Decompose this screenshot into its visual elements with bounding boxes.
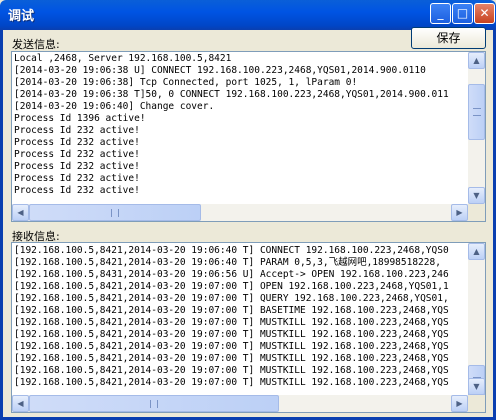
send-log-line: Process Id 232 active!: [14, 149, 140, 160]
receive-horizontal-scrollbar[interactable]: ◀ ▶: [12, 395, 468, 412]
recv-log-line: [192.168.100.5,8421,2014-03-20 19:07:00 …: [14, 293, 449, 304]
grip-icon: [150, 399, 158, 408]
send-info-label: 发送信息:: [12, 38, 60, 51]
send-log-line: Process Id 232 active!: [14, 173, 140, 184]
recv-log-line: [192.168.100.5,8421,2014-03-20 19:07:00 …: [14, 365, 449, 376]
recv-log-line: [192.168.100.5,8421,2014-03-20 19:07:00 …: [14, 317, 449, 328]
send-log-line: Process Id 232 active!: [14, 137, 140, 148]
chevron-right-icon[interactable]: ▶: [451, 395, 468, 412]
recv-log-line: [192.168.100.5,8421,2014-03-20 19:07:00 …: [14, 377, 449, 388]
recv-log-line: [192.168.100.5,8421,2014-03-20 19:07:00 …: [14, 329, 449, 340]
chevron-left-icon[interactable]: ◀: [12, 204, 29, 221]
chevron-up-icon[interactable]: ▲: [468, 243, 485, 260]
chevron-down-icon[interactable]: ▼: [468, 378, 485, 395]
save-button[interactable]: 保存: [411, 27, 486, 49]
chevron-left-icon[interactable]: ◀: [12, 395, 29, 412]
send-log-line: Process Id 232 active!: [14, 161, 140, 172]
chevron-down-icon[interactable]: ▼: [468, 187, 485, 204]
recv-log-line: [192.168.100.5,8421,2014-03-20 19:07:00 …: [14, 341, 449, 352]
send-log-line: Process Id 232 active!: [14, 125, 140, 136]
send-textbox[interactable]: Local ,2468, Server 192.168.100.5,8421 [2…: [11, 51, 486, 222]
receive-hscroll-thumb[interactable]: [29, 395, 279, 412]
send-log-line: Process Id 232 active!: [14, 185, 140, 196]
grip-icon: [111, 208, 119, 217]
title-bar[interactable]: 调试 _ □ ✕: [0, 0, 496, 30]
maximize-button[interactable]: □: [452, 3, 473, 24]
scroll-corner: [468, 204, 485, 221]
grip-icon: [472, 108, 481, 116]
send-log-line: [2014-03-20 19:06:38 T]50, 0 CONNECT 192…: [14, 89, 449, 100]
window-title: 调试: [8, 9, 35, 24]
receive-textbox[interactable]: [192.168.100.5,8421,2014-03-20 19:06:40 …: [11, 242, 486, 413]
receive-vertical-scrollbar[interactable]: ▲ ▼: [468, 243, 485, 397]
recv-log-line: [192.168.100.5,8421,2014-03-20 19:07:00 …: [14, 305, 449, 316]
send-log-line: Local ,2468, Server 192.168.100.5,8421: [14, 53, 232, 64]
send-vscroll-thumb[interactable]: [468, 84, 485, 140]
recv-log-line: [192.168.100.5,8421,2014-03-20 19:07:00 …: [14, 281, 449, 292]
close-button[interactable]: ✕: [474, 3, 495, 24]
minimize-button[interactable]: _: [430, 3, 451, 24]
chevron-right-icon[interactable]: ▶: [451, 204, 468, 221]
recv-log-line: [192.168.100.5,8431,2014-03-20 19:06:56 …: [14, 269, 449, 280]
recv-log-line: [192.168.100.5,8421,2014-03-20 19:06:40 …: [14, 245, 449, 256]
recv-log-line: [192.168.100.5,8421,2014-03-20 19:07:00 …: [14, 353, 449, 364]
send-log-line: Process Id 1396 active!: [14, 113, 146, 124]
send-log-line: [2014-03-20 19:06:40] Change cover.: [14, 101, 215, 112]
receive-text-content: [192.168.100.5,8421,2014-03-20 19:06:40 …: [14, 245, 467, 394]
send-horizontal-scrollbar[interactable]: ◀ ▶: [12, 204, 468, 221]
send-log-line: [2014-03-20 19:06:38] Tcp Connected, por…: [14, 77, 358, 88]
scroll-corner: [468, 395, 485, 412]
send-vertical-scrollbar[interactable]: ▲ ▼: [468, 52, 485, 204]
send-text-content: Local ,2468, Server 192.168.100.5,8421 [2…: [14, 53, 467, 203]
chevron-up-icon[interactable]: ▲: [468, 52, 485, 69]
recv-log-line: [192.168.100.5,8421,2014-03-20 19:06:40 …: [14, 257, 441, 268]
send-log-line: [2014-03-20 19:06:38 U] CONNECT 192.168.…: [14, 65, 426, 76]
send-hscroll-thumb[interactable]: [29, 204, 201, 221]
